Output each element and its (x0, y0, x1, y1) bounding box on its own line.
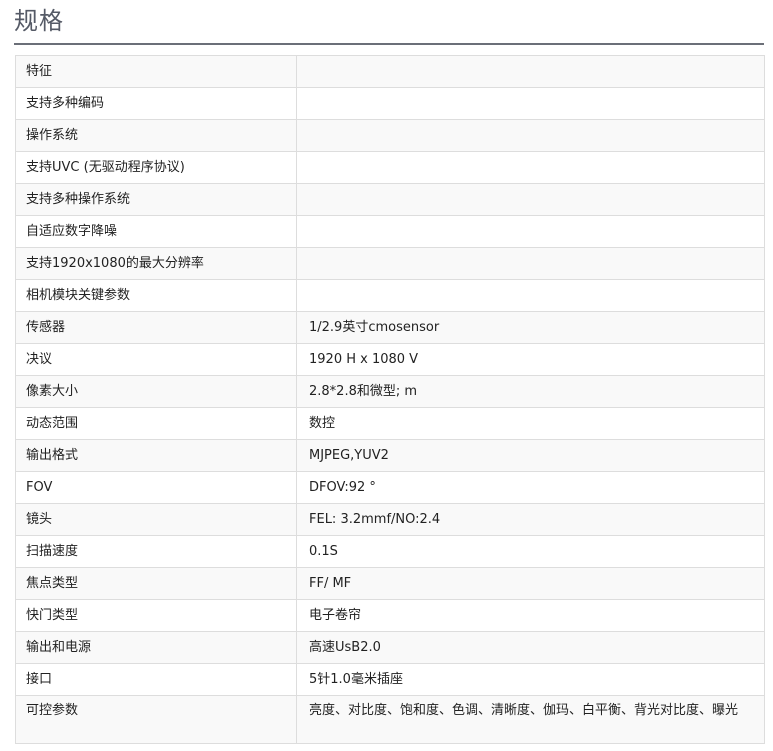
table-row: 焦点类型 FF/ MF (15, 567, 765, 600)
feature-cell: 特征 (15, 55, 297, 88)
table-row: 支持多种操作系统 (15, 183, 765, 216)
table-row: 操作系统 (15, 119, 765, 152)
table-row: 接口 5针1.0毫米插座 (15, 663, 765, 696)
feature-cell: 快门类型 (15, 599, 297, 632)
value-cell: FEL: 3.2mmf/NO:2.4 (296, 503, 765, 536)
value-cell: 高速UsB2.0 (296, 631, 765, 664)
value-cell: 数控 (296, 407, 765, 440)
table-row: 输出和电源 高速UsB2.0 (15, 631, 765, 664)
feature-cell: 扫描速度 (15, 535, 297, 568)
feature-cell: 支持多种编码 (15, 87, 297, 120)
feature-cell: 像素大小 (15, 375, 297, 408)
page-title: 规格 (14, 7, 64, 35)
value-cell: 亮度、对比度、饱和度、色调、清晰度、伽玛、白平衡、背光对比度、曝光 (296, 695, 765, 744)
value-cell: 0.1S (296, 535, 765, 568)
value-cell (296, 55, 765, 88)
value-cell: DFOV:92 ° (296, 471, 765, 504)
table-row: 支持多种编码 (15, 87, 765, 120)
table-row: 可控参数 亮度、对比度、饱和度、色调、清晰度、伽玛、白平衡、背光对比度、曝光 (15, 695, 765, 744)
table-row: 扫描速度 0.1S (15, 535, 765, 568)
table-row: 快门类型 电子卷帘 (15, 599, 765, 632)
feature-cell: 镜头 (15, 503, 297, 536)
feature-cell: 接口 (15, 663, 297, 696)
feature-cell: 支持多种操作系统 (15, 183, 297, 216)
table-row: FOV DFOV:92 ° (15, 471, 765, 504)
value-cell (296, 183, 765, 216)
table-row: 自适应数字降噪 (15, 215, 765, 248)
spec-table: 特征 支持多种编码 操作系统 支持UVC (无驱动程序协议) 支持多种操作系统 … (15, 55, 765, 744)
table-row: 相机模块关键参数 (15, 279, 765, 312)
feature-cell: 支持1920x1080的最大分辨率 (15, 247, 297, 280)
feature-cell: 操作系统 (15, 119, 297, 152)
value-cell: 1/2.9英寸cmosensor (296, 311, 765, 344)
feature-cell: 可控参数 (15, 695, 297, 744)
table-row: 镜头 FEL: 3.2mmf/NO:2.4 (15, 503, 765, 536)
table-row: 输出格式 MJPEG,YUV2 (15, 439, 765, 472)
table-row: 支持UVC (无驱动程序协议) (15, 151, 765, 184)
feature-cell: 相机模块关键参数 (15, 279, 297, 312)
value-cell: 电子卷帘 (296, 599, 765, 632)
table-row: 支持1920x1080的最大分辨率 (15, 247, 765, 280)
table-row: 传感器 1/2.9英寸cmosensor (15, 311, 765, 344)
value-cell: MJPEG,YUV2 (296, 439, 765, 472)
table-row: 特征 (15, 55, 765, 88)
feature-cell: 传感器 (15, 311, 297, 344)
feature-cell: 焦点类型 (15, 567, 297, 600)
value-cell: FF/ MF (296, 567, 765, 600)
feature-cell: FOV (15, 471, 297, 504)
value-cell: 1920 H x 1080 V (296, 343, 765, 376)
value-cell: 5针1.0毫米插座 (296, 663, 765, 696)
table-row: 决议 1920 H x 1080 V (15, 343, 765, 376)
table-row: 像素大小 2.8*2.8和微型; m (15, 375, 765, 408)
title-divider (14, 43, 764, 45)
value-cell (296, 119, 765, 152)
feature-cell: 动态范围 (15, 407, 297, 440)
feature-cell: 支持UVC (无驱动程序协议) (15, 151, 297, 184)
feature-cell: 决议 (15, 343, 297, 376)
value-cell (296, 151, 765, 184)
value-cell (296, 279, 765, 312)
value-cell: 2.8*2.8和微型; m (296, 375, 765, 408)
feature-cell: 输出和电源 (15, 631, 297, 664)
value-cell (296, 247, 765, 280)
feature-cell: 自适应数字降噪 (15, 215, 297, 248)
value-cell (296, 87, 765, 120)
feature-cell: 输出格式 (15, 439, 297, 472)
value-cell (296, 215, 765, 248)
table-row: 动态范围 数控 (15, 407, 765, 440)
